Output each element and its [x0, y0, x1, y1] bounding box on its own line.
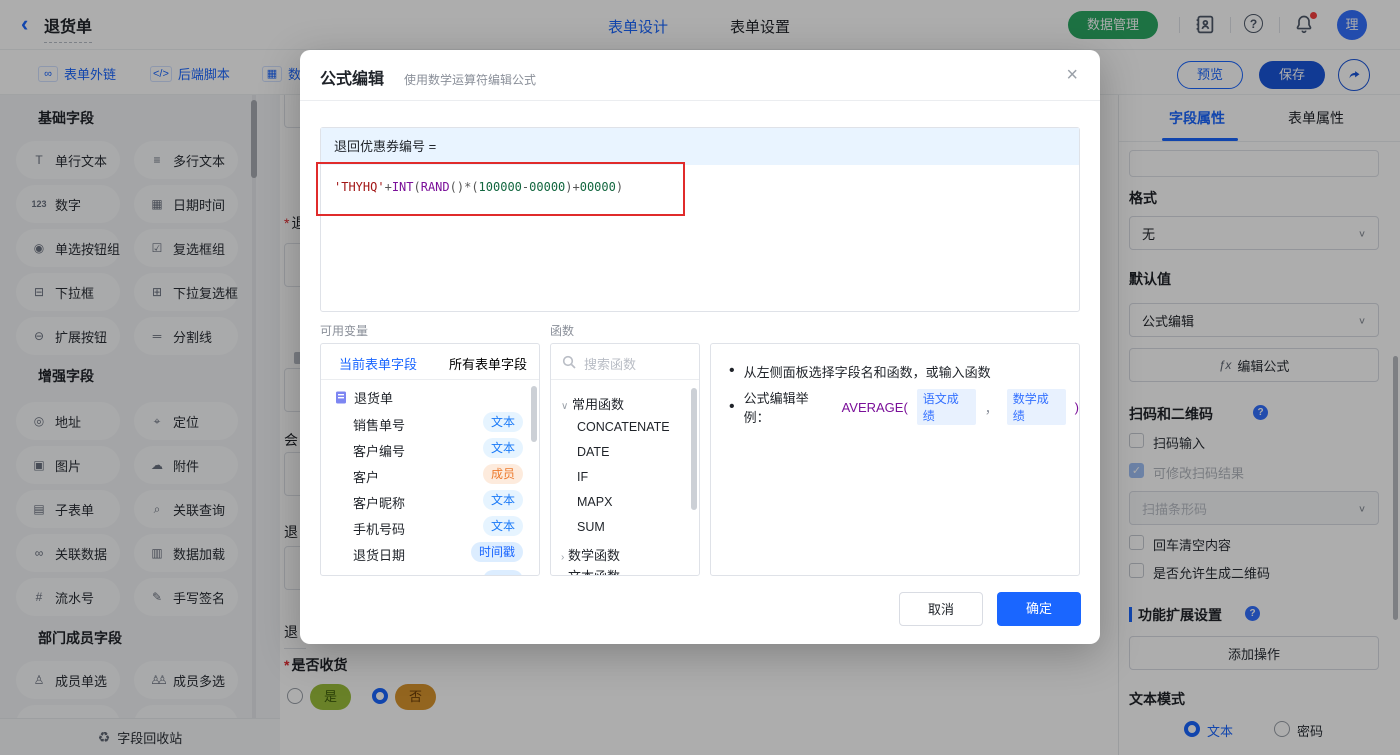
functions-scroll-thumb[interactable] — [691, 388, 697, 510]
bullet-icon: • — [729, 398, 735, 415]
formula-editor[interactable]: 退回优惠券编号 = 'THYHQ'+INT(RAND()*(100000-000… — [320, 127, 1080, 312]
functions-panel: 搜索函数 ∨ 常用函数 CONCATENATE DATE IF MAPX SUM… — [550, 343, 700, 576]
tips-panel: • 从左侧面板选择字段名和函数，或输入函数 • 公式编辑举例： AVERAGE( … — [710, 343, 1080, 576]
close-icon[interactable]: × — [1066, 65, 1078, 85]
chevron-down-icon: ∨ — [561, 401, 569, 412]
variables-scroll-thumb[interactable] — [531, 386, 537, 442]
modal-subtitle: 使用数学运算符编辑公式 — [404, 73, 537, 87]
example-prefix: 公式编辑举例： — [743, 391, 809, 425]
type-badge: 文本 — [482, 516, 523, 536]
variable-row[interactable]: 手机号码 — [353, 519, 405, 538]
variable-row[interactable]: 客户昵称 — [353, 493, 405, 512]
partial-badge — [483, 570, 523, 575]
group-math-functions[interactable]: › 数学函数 — [561, 545, 620, 564]
function-search[interactable]: 搜索函数 — [551, 344, 699, 380]
chevron-right-icon: › — [561, 552, 565, 563]
type-badge: 文本 — [482, 438, 523, 458]
example-field-chip: 语文成绩 — [916, 389, 976, 425]
formula-target: 退回优惠券编号 = — [321, 128, 1079, 165]
function-item[interactable]: SUM — [577, 520, 605, 534]
search-placeholder: 搜索函数 — [584, 357, 637, 372]
tab-current-form-fields[interactable]: 当前表单字段 — [339, 354, 417, 373]
example-function: AVERAGE( — [841, 399, 908, 415]
search-icon — [562, 355, 576, 369]
variable-row[interactable]: 销售单号 — [353, 415, 405, 434]
functions-label: 函数 — [550, 324, 575, 338]
variables-label: 可用变量 — [320, 324, 369, 338]
chevron-right-icon: › — [561, 573, 564, 575]
variable-row[interactable]: 客户 — [353, 467, 379, 486]
comma: ， — [984, 400, 998, 416]
variables-tabs: 当前表单字段 所有表单字段 — [321, 344, 539, 380]
example-field-chip: 数学成绩 — [1006, 389, 1066, 425]
red-highlight-box — [316, 162, 685, 216]
close-paren: ) — [1074, 399, 1079, 415]
function-item[interactable]: DATE — [577, 445, 609, 459]
cancel-button[interactable]: 取消 — [899, 592, 983, 626]
function-item[interactable]: IF — [577, 470, 588, 484]
variable-row[interactable]: 退货日期 — [353, 545, 405, 564]
variable-row[interactable]: 客户编号 — [353, 441, 405, 460]
variables-panel: 当前表单字段 所有表单字段 退货单 销售单号 文本 客户编号 文本 客户 成员 … — [320, 343, 540, 576]
function-item[interactable]: CONCATENATE — [577, 420, 670, 434]
bullet-icon: • — [729, 362, 735, 379]
form-doc-icon — [336, 391, 346, 404]
type-badge: 时间戳 — [470, 542, 523, 562]
divider — [300, 100, 1100, 101]
app-window: ‹ 退货单 表单设计 表单设置 数据管理 ? 理 ∞ 表单外链 </> 后端脚本… — [0, 0, 1400, 755]
form-node[interactable]: 退货单 — [335, 388, 393, 407]
tip-line: • 从左侧面板选择字段名和函数，或输入函数 — [729, 362, 991, 380]
type-badge: 文本 — [482, 490, 523, 510]
confirm-button[interactable]: 确定 — [997, 592, 1081, 626]
function-item[interactable]: MAPX — [577, 495, 612, 509]
modal-title: 公式编辑 — [320, 71, 385, 88]
tip-example-line: • 公式编辑举例： AVERAGE( 语文成绩 ， 数学成绩 ) — [729, 388, 1079, 426]
group-common-functions[interactable]: ∨ 常用函数 — [561, 394, 624, 413]
type-badge: 成员 — [482, 464, 523, 484]
group-text-functions[interactable]: › 文本函数 — [561, 566, 620, 575]
type-badge: 文本 — [482, 412, 523, 432]
tab-all-form-fields[interactable]: 所有表单字段 — [449, 354, 527, 373]
formula-editor-modal: 公式编辑 使用数学运算符编辑公式 × 退回优惠券编号 = 'THYHQ'+INT… — [300, 50, 1100, 644]
